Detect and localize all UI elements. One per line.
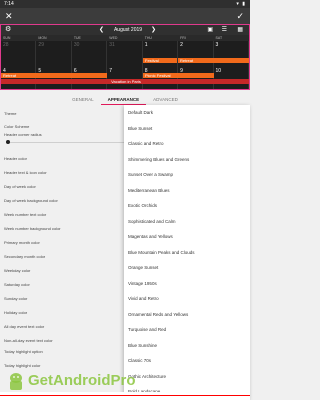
day-cell[interactable]: 2 [178,41,214,67]
setting-holiday-color[interactable]: Holiday color [4,310,27,315]
corner-radius-slider-track[interactable] [6,142,124,143]
setting-header-color[interactable]: Header color [4,156,27,161]
close-icon[interactable]: ✕ [5,10,13,22]
calendar-header: ⚙ ❮ August 2019 ❯ ▣ ☰ ▦ [1,25,249,35]
dropdown-option[interactable]: Magentas and Yellows [124,229,250,245]
check-icon[interactable]: ✓ [236,10,244,22]
day-cell[interactable]: 9 [178,67,214,89]
setting-secondary-month[interactable]: Secondary month color [4,254,45,259]
day-cell[interactable]: 1 [143,41,179,67]
day-cell[interactable]: 31 [107,41,143,67]
setting-header-text-icon-color[interactable]: Header text & icon color [4,170,47,175]
android-logo-icon [10,373,22,390]
dropdown-option[interactable]: Exotic Orchids [124,198,250,214]
day-cell[interactable]: 6 [72,67,108,89]
dropdown-option[interactable]: Orange Sunset [124,260,250,276]
setting-non-all-day-event[interactable]: Non-all-day event text color [4,338,53,343]
day-cell[interactable]: 4 [1,67,37,89]
gear-icon[interactable]: ⚙ [5,26,11,34]
month-view-icon[interactable]: ▦ [237,26,243,34]
dropdown-option[interactable]: Shimmering Blues and Greens [124,152,250,168]
dropdown-option[interactable]: Default Dark [124,105,250,121]
day-cell[interactable]: 3 [214,41,249,67]
dropdown-option[interactable]: Ornamental Reds and Yellows [124,307,250,323]
list-view-icon[interactable]: ☰ [222,26,227,34]
setting-today-highlight-color[interactable]: Today highlight color [4,363,40,368]
calendar-event[interactable]: Festival [143,58,177,63]
calendar-event[interactable]: Picnic Festival [143,73,214,78]
day-cell[interactable]: 7 [107,67,143,89]
calendar-week-row: 4 5 6 7 8 9 10 [1,67,249,89]
month-title: August 2019 [113,27,143,33]
prev-month-icon[interactable]: ❮ [99,25,104,35]
dropdown-option[interactable]: Classic and Retro [124,136,250,152]
status-bar: 7:14 ▾ ▮ [0,0,250,8]
dropdown-option[interactable]: Blue Sunshine [124,338,250,354]
calendar-event[interactable]: Retreat [1,73,107,78]
setting-day-of-week-color[interactable]: Day of week color [4,184,36,189]
next-month-icon[interactable]: ❯ [151,25,156,35]
dropdown-option[interactable]: Turquoise and Red [124,322,250,338]
bottom-bar [0,392,250,400]
day-cell[interactable]: 29 [36,41,72,67]
app-bar: ✕ ✓ [0,8,250,24]
dropdown-option[interactable]: Mediterranean Blues [124,183,250,199]
day-cell[interactable]: 28 [1,41,37,67]
calendar-preview: ⚙ ❮ August 2019 ❯ ▣ ☰ ▦ SUN MON TUE WED … [0,24,250,90]
dropdown-option[interactable]: Classic 70s [124,353,250,369]
status-time: 7:14 [4,1,14,7]
setting-weekday-color[interactable]: Weekday color [4,268,30,273]
color-scheme-dropdown: Default Dark Blue Sunset Classic and Ret… [124,105,250,400]
setting-saturday-color[interactable]: Saturday color [4,282,30,287]
dropdown-option[interactable]: Vivid and Retro [124,291,250,307]
calendar-week-row: 28 29 30 31 1 2 3 [1,41,249,67]
setting-header-corner-radius: Header corner radius [4,132,42,137]
corner-radius-slider-handle[interactable] [6,140,10,144]
setting-color-scheme[interactable]: Color Scheme [4,124,29,129]
dropdown-option[interactable]: Vintage 1950s [124,276,250,292]
day-cell[interactable]: 5 [36,67,72,89]
day-cell[interactable]: 10 [214,67,249,89]
bottom-divider [0,395,250,396]
day-cell[interactable]: 8 [143,67,179,89]
tab-advanced[interactable]: ADVANCED [146,95,185,105]
setting-primary-month[interactable]: Primary month color [4,240,40,245]
calendar-view-icon[interactable]: ▣ [207,26,213,34]
day-cell[interactable]: 30 [72,41,108,67]
status-icons: ▾ ▮ [236,1,246,7]
settings-tabs: GENERAL APPEARANCE ADVANCED [0,95,250,105]
calendar-event[interactable]: Vacation in Paris [1,79,249,84]
setting-week-number-bg[interactable]: Week number background color [4,226,61,231]
setting-week-number-text[interactable]: Week number text color [4,212,46,217]
dropdown-option[interactable]: Gothic Architecture [124,369,250,385]
setting-day-of-week-bg[interactable]: Day of week background color [4,198,58,203]
setting-theme[interactable]: Theme [4,111,16,116]
dropdown-option[interactable]: Sunset Over a Swamp [124,167,250,183]
dropdown-option[interactable]: Sophisticated and Calm [124,214,250,230]
tab-general[interactable]: GENERAL [65,95,101,105]
dropdown-option[interactable]: Blue Sunset [124,121,250,137]
setting-all-day-event[interactable]: All day event text color [4,324,44,329]
setting-today-highlight[interactable]: Today highlight option [4,349,43,354]
tab-appearance[interactable]: APPEARANCE [100,95,147,105]
watermark-text: GetAndroidPro [28,372,136,389]
dropdown-option[interactable]: Blue Mountain Peaks and Clouds [124,245,250,261]
setting-sunday-color[interactable]: Sunday color [4,296,27,301]
calendar-event[interactable]: Retreat [178,58,249,63]
